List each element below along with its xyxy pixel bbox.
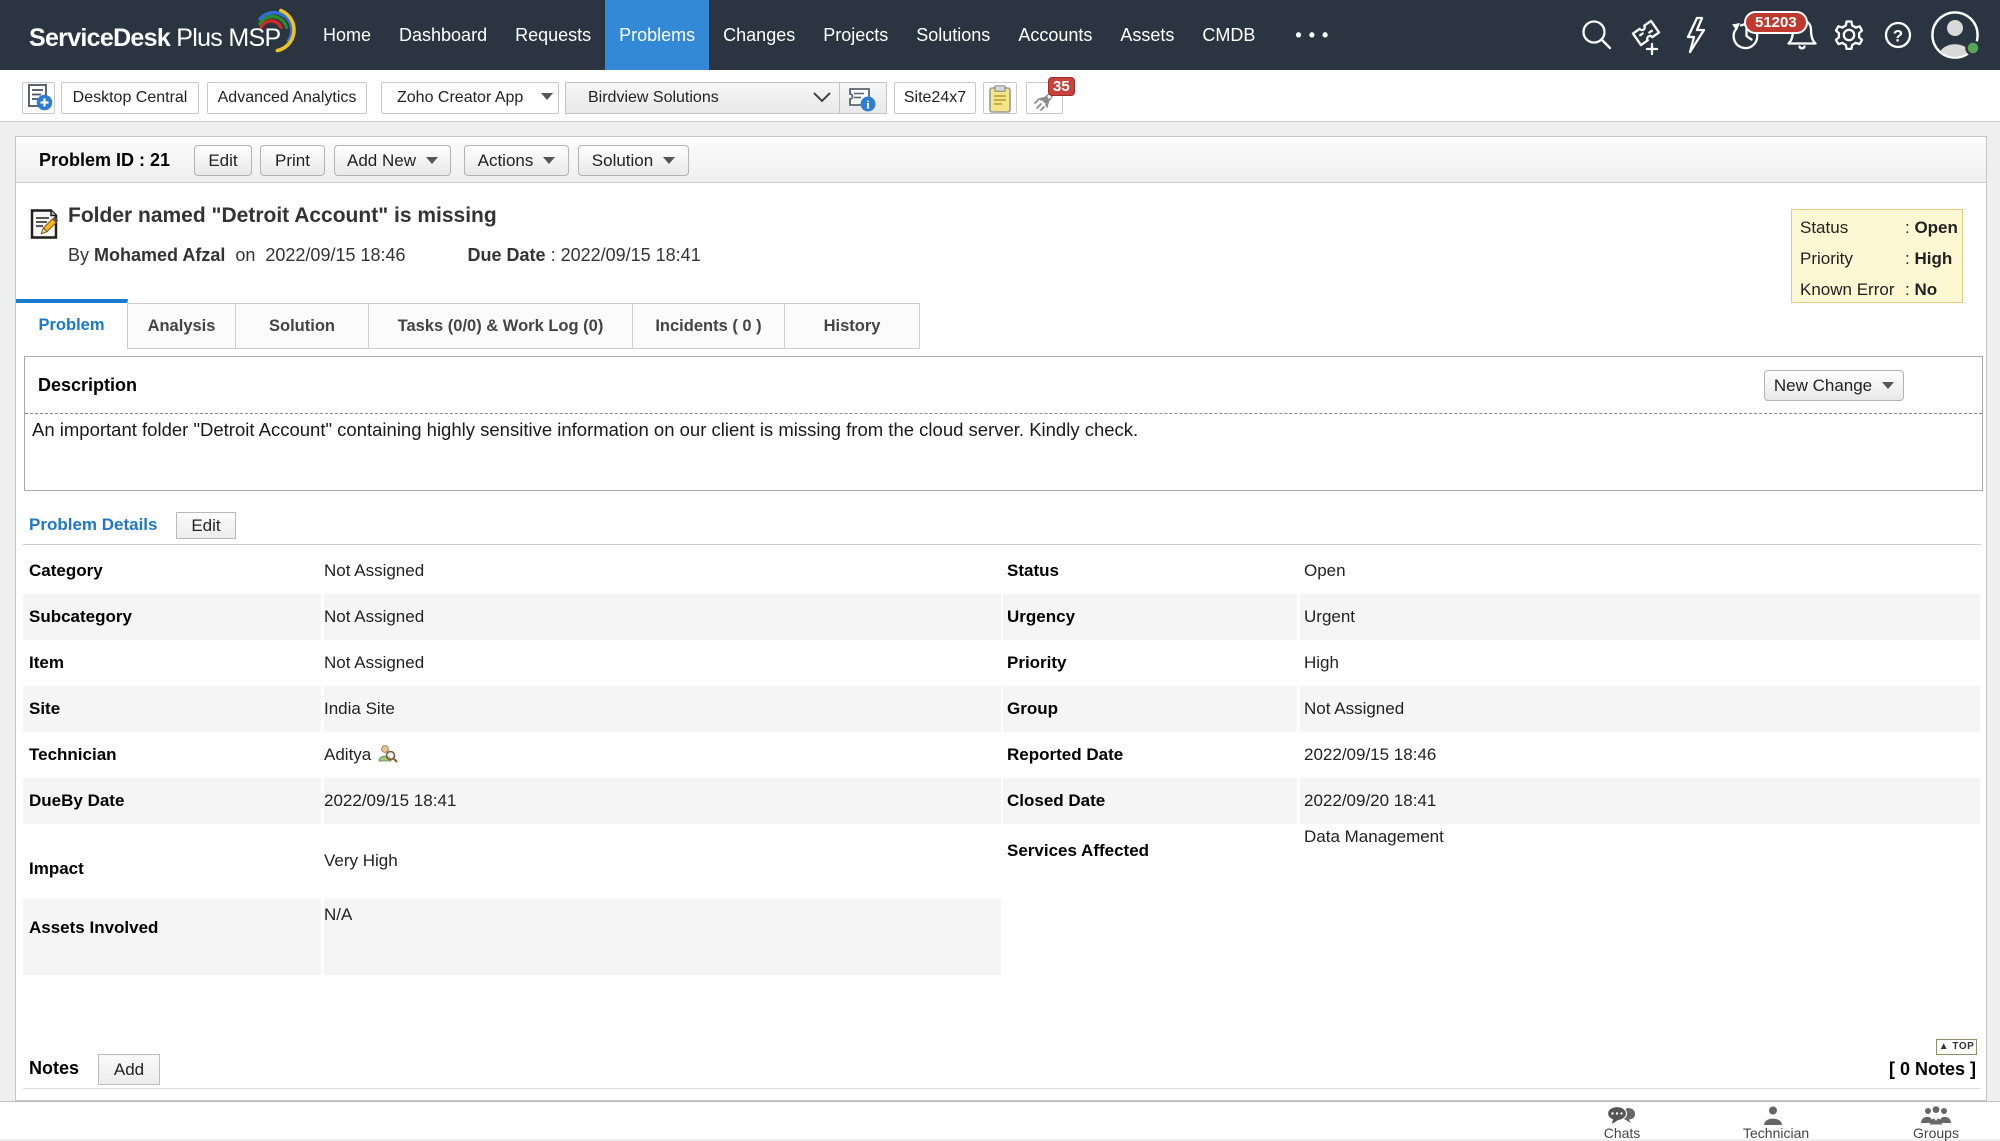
svg-text:?: ? (1893, 27, 1903, 46)
